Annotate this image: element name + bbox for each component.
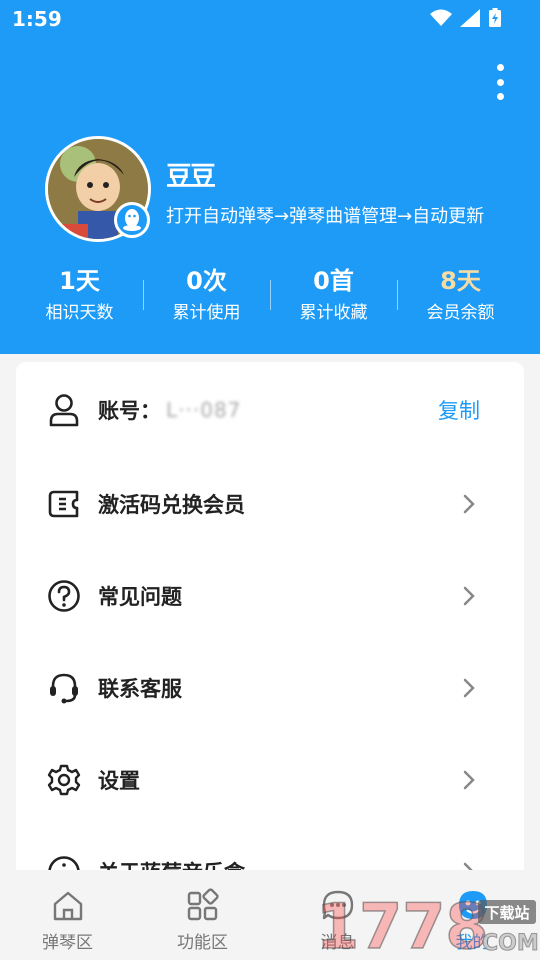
headset-icon	[46, 670, 82, 706]
stat-value: 1天	[59, 267, 100, 295]
status-bar: 1:59	[0, 0, 540, 36]
more-options-button[interactable]	[494, 64, 506, 100]
menu-item-label: 设置	[98, 769, 140, 793]
stat-total-favorites: 0首 累计收藏	[270, 266, 397, 326]
chevron-right-icon	[463, 494, 475, 514]
chevron-right-icon	[463, 678, 475, 698]
tab-label: 功能区	[177, 933, 228, 953]
profile-header: 1:59 豆豆 打开自动弹琴→弹琴曲谱管理→自动更新 1天 相识天数 0次 累计…	[0, 0, 540, 354]
chat-icon	[322, 890, 353, 920]
menu-item-label: 激活码兑换会员	[98, 493, 245, 517]
menu-card: 账号： L···087 复制 激活码兑换会员 常见问题 联系客服 设置	[16, 362, 524, 882]
home-icon	[53, 891, 82, 921]
grid-icon	[187, 888, 219, 921]
menu-item-settings[interactable]: 设置	[16, 734, 524, 826]
question-icon	[46, 578, 82, 614]
tab-messages[interactable]: 消息	[270, 870, 405, 960]
stat-label: 累计使用	[172, 303, 241, 323]
menu-item-faq[interactable]: 常见问题	[16, 550, 524, 642]
user-icon	[46, 392, 82, 428]
account-value: L···087	[166, 398, 242, 422]
tab-functions[interactable]: 功能区	[135, 870, 270, 960]
tab-label: 我的	[455, 933, 490, 953]
stat-days-known: 1天 相识天数	[16, 266, 143, 326]
status-time: 1:59	[12, 7, 62, 31]
tab-mine[interactable]: 我的	[405, 870, 540, 960]
menu-item-label: 联系客服	[98, 677, 182, 701]
stat-membership-balance[interactable]: 8天 会员余额	[397, 266, 524, 326]
account-row: 账号： L···087 复制	[16, 364, 524, 456]
chevron-right-icon	[463, 586, 475, 606]
profile-icon	[458, 891, 487, 919]
tab-piano-area[interactable]: 弹琴区	[0, 870, 135, 960]
stat-label: 会员余额	[426, 303, 495, 323]
menu-item-label: 常见问题	[98, 585, 182, 609]
battery-icon	[489, 8, 501, 27]
gear-icon	[46, 762, 82, 798]
qq-icon	[114, 202, 150, 238]
status-icons	[430, 8, 502, 28]
tab-label: 弹琴区	[42, 933, 93, 953]
signal-icon	[460, 9, 480, 27]
wifi-icon	[430, 9, 452, 26]
menu-item-redeem-code[interactable]: 激活码兑换会员	[16, 458, 524, 550]
stat-value: 8天	[440, 267, 481, 295]
stat-value: 0首	[313, 267, 354, 295]
stat-total-usage: 0次 累计使用	[143, 266, 270, 326]
stats-row: 1天 相识天数 0次 累计使用 0首 累计收藏 8天 会员余额	[16, 266, 524, 326]
stat-label: 累计收藏	[299, 303, 368, 323]
chevron-right-icon	[463, 770, 475, 790]
stat-label: 相识天数	[45, 303, 114, 323]
account-label: 账号：	[98, 399, 161, 423]
bottom-tab-bar: 弹琴区 功能区 消息 我的	[0, 870, 540, 960]
ticket-icon	[46, 486, 82, 522]
copy-button[interactable]: 复制	[438, 395, 480, 425]
stat-value: 0次	[186, 267, 227, 295]
tab-label: 消息	[320, 933, 355, 953]
signature: 打开自动弹琴→弹琴曲谱管理→自动更新	[166, 206, 485, 227]
menu-item-customer-service[interactable]: 联系客服	[16, 642, 524, 734]
username: 豆豆	[166, 162, 216, 192]
